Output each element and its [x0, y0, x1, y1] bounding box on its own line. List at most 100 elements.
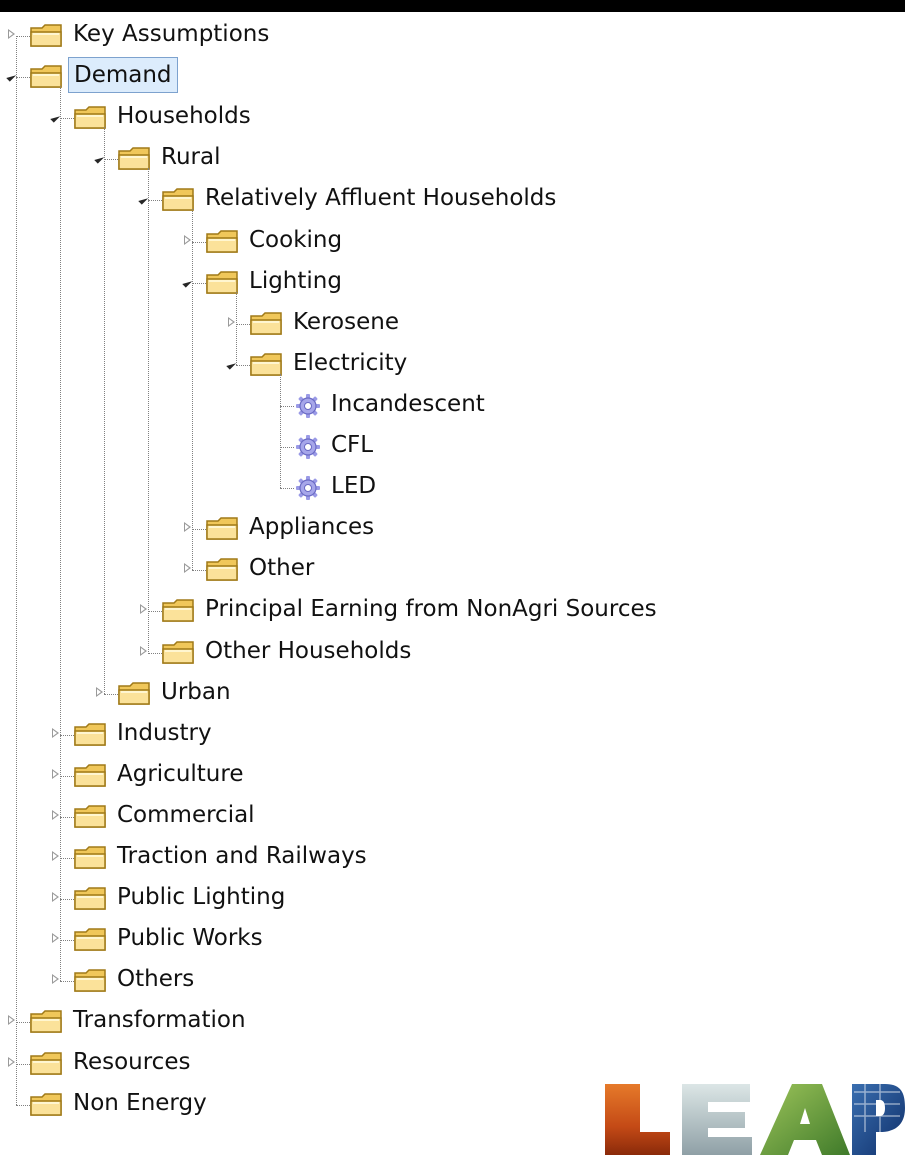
tree-node-public-lighting[interactable]: Public Lighting [0, 878, 905, 918]
expand-arrow-icon[interactable] [52, 851, 59, 861]
folder-icon [206, 558, 240, 582]
expand-arrow-icon[interactable] [140, 645, 147, 656]
tree-node-label[interactable]: Others [112, 962, 199, 996]
collapse-arrow-icon[interactable] [138, 195, 149, 205]
tree-node-label[interactable]: Urban [156, 675, 236, 709]
leap-letter-a [760, 1084, 850, 1155]
folder-icon [118, 681, 152, 705]
tree-node-label[interactable]: Lighting [244, 264, 347, 298]
tree-node-label[interactable]: Agriculture [112, 757, 249, 791]
tree-node-demand[interactable]: Demand [0, 56, 905, 96]
tree-guide-line [16, 36, 17, 1105]
tree-connector [104, 159, 118, 161]
tree-node-agriculture[interactable]: Agriculture [0, 755, 905, 795]
expand-arrow-icon[interactable] [52, 727, 59, 738]
tree-node-label[interactable]: Kerosene [288, 305, 404, 339]
tree-node-label[interactable]: Incandescent [326, 387, 490, 421]
tree-node-label[interactable]: Non Energy [68, 1086, 212, 1120]
tree-guide-line [280, 373, 281, 489]
folder-icon [30, 1010, 64, 1034]
tree-node-incandescent[interactable]: Incandescent [0, 385, 905, 425]
tree-node-commercial[interactable]: Commercial [0, 796, 905, 836]
tree-node-label[interactable]: Electricity [288, 346, 412, 380]
tree-node-label[interactable]: LED [326, 469, 381, 503]
expand-arrow-icon[interactable] [8, 1056, 15, 1067]
expand-arrow-icon[interactable] [228, 316, 235, 327]
tree-node-label[interactable]: Other Households [200, 634, 416, 668]
tree-node-label[interactable]: Appliances [244, 510, 379, 544]
folder-icon [74, 969, 108, 993]
tree-node-cooking[interactable]: Cooking [0, 221, 905, 261]
tree-node-label[interactable]: Other [244, 551, 319, 585]
tree-node-label[interactable]: Relatively Affluent Households [200, 181, 561, 215]
tree-node-resources[interactable]: Resources [0, 1043, 905, 1083]
tree-connector [148, 200, 162, 202]
expand-arrow-icon[interactable] [8, 29, 15, 39]
collapse-arrow-icon[interactable] [226, 359, 237, 370]
folder-icon [74, 805, 108, 828]
tree-node-lighting[interactable]: Lighting [0, 262, 905, 302]
expand-arrow-icon[interactable] [52, 892, 59, 903]
tree-node-label[interactable]: CFL [326, 428, 378, 462]
tree-node-rural[interactable]: Rural [0, 138, 905, 178]
expand-arrow-icon[interactable] [52, 974, 59, 985]
tree-node-kerosene[interactable]: Kerosene [0, 303, 905, 343]
tree-node-label[interactable]: Traction and Railways [112, 839, 372, 873]
tree-node-label[interactable]: Resources [68, 1045, 195, 1079]
tree-node-principal-earning-from-nonagri-sources[interactable]: Principal Earning from NonAgri Sources [0, 590, 905, 630]
expand-arrow-icon[interactable] [140, 604, 147, 615]
tree-node-label[interactable]: Cooking [244, 223, 347, 257]
tree-node-label[interactable]: Households [112, 99, 256, 133]
collapse-arrow-icon[interactable] [94, 153, 105, 164]
tree-node-appliances[interactable]: Appliances [0, 508, 905, 548]
collapse-arrow-icon[interactable] [182, 277, 193, 288]
tree-connector [16, 1063, 30, 1065]
tree-node-other-households[interactable]: Other Households [0, 632, 905, 672]
tree-guide-line [192, 209, 193, 571]
tree-node-label[interactable]: Principal Earning from NonAgri Sources [200, 592, 662, 626]
expand-arrow-icon[interactable] [52, 768, 59, 779]
folder-icon [162, 640, 196, 664]
folder-icon [30, 24, 64, 47]
tree-node-cfl[interactable]: CFL [0, 426, 905, 466]
tree-node-urban[interactable]: Urban [0, 673, 905, 713]
expand-arrow-icon[interactable] [184, 563, 191, 574]
tree-node-label[interactable]: Transformation [68, 1003, 251, 1037]
tree-node-relatively-affluent-households[interactable]: Relatively Affluent Households [0, 179, 905, 219]
tree-node-key-assumptions[interactable]: Key Assumptions [0, 15, 905, 55]
gear-icon [294, 474, 322, 502]
tree-connector [280, 488, 294, 490]
tree-node-traction-and-railways[interactable]: Traction and Railways [0, 837, 905, 877]
tree-node-industry[interactable]: Industry [0, 714, 905, 754]
expand-arrow-icon[interactable] [184, 522, 191, 533]
leap-logo [605, 1084, 905, 1155]
tree-node-label[interactable]: Commercial [112, 798, 260, 832]
tree-connector [16, 36, 30, 37]
folder-icon [74, 928, 108, 951]
expand-arrow-icon[interactable] [52, 809, 59, 820]
collapse-arrow-icon[interactable] [50, 112, 61, 123]
tree-node-label[interactable]: Industry [112, 716, 217, 750]
expand-arrow-icon[interactable] [52, 933, 59, 944]
tree-node-others[interactable]: Others [0, 960, 905, 1000]
expand-arrow-icon[interactable] [184, 234, 191, 245]
collapse-arrow-icon[interactable] [6, 71, 17, 82]
tree-node-electricity[interactable]: Electricity [0, 344, 905, 384]
tree-guide-line [236, 291, 237, 365]
folder-icon [206, 270, 240, 294]
folder-icon [206, 517, 240, 540]
tree-node-other[interactable]: Other [0, 549, 905, 589]
tree-node-public-works[interactable]: Public Works [0, 919, 905, 959]
tree-node-label[interactable]: Rural [156, 140, 225, 174]
tree-node-label[interactable]: Public Works [112, 921, 268, 955]
expand-arrow-icon[interactable] [96, 686, 103, 697]
tree-node-label[interactable]: Demand [68, 57, 178, 94]
tree-node-households[interactable]: Households [0, 97, 905, 137]
tree-node-led[interactable]: LED [0, 467, 905, 507]
folder-icon [30, 1051, 64, 1075]
tree-node-transformation[interactable]: Transformation [0, 1001, 905, 1041]
expand-arrow-icon[interactable] [8, 1015, 15, 1026]
tree-node-label[interactable]: Key Assumptions [68, 17, 274, 51]
tree-connector [148, 652, 162, 654]
tree-node-label[interactable]: Public Lighting [112, 880, 290, 914]
